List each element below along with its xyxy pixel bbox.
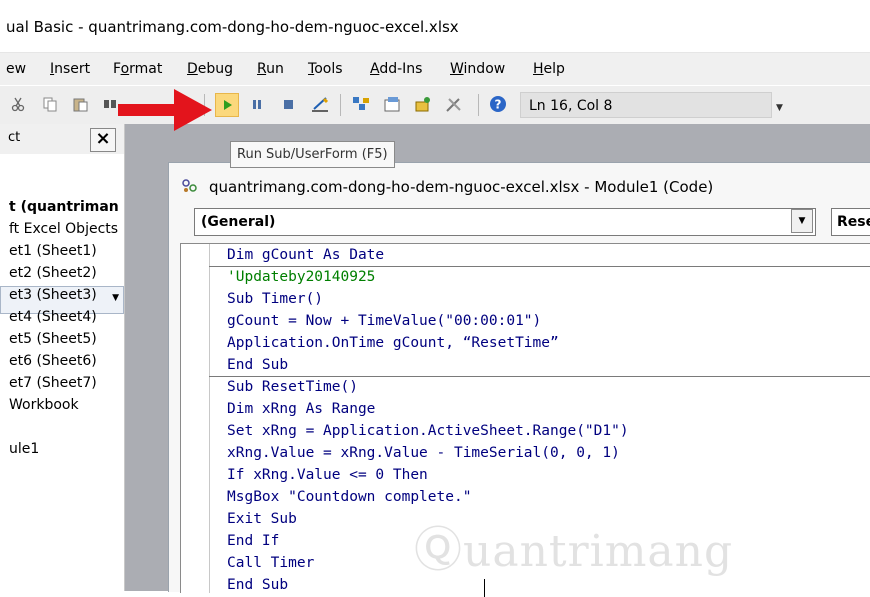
tree-item-sheet1[interactable]: et1 (Sheet1) bbox=[9, 243, 97, 259]
watermark-logo: Ⓠuantrimang bbox=[414, 522, 734, 578]
project-explorer: ct × ▼ t (quantriman ft Excel Objects et… bbox=[0, 124, 125, 591]
object-combo-value: (General) bbox=[201, 214, 276, 230]
code-line[interactable]: Dim xRng As Range bbox=[227, 401, 375, 417]
tree-item-workbook[interactable]: Workbook bbox=[9, 397, 79, 413]
cursor-position: Ln 16, Col 8 bbox=[520, 92, 772, 118]
copy-icon[interactable] bbox=[40, 94, 60, 114]
svg-text:?: ? bbox=[495, 98, 502, 112]
chevron-down-icon: ▼ bbox=[112, 293, 119, 303]
menu-tools[interactable]: Tools bbox=[308, 61, 343, 77]
tree-item-sheet4[interactable]: et4 (Sheet4) bbox=[9, 309, 97, 325]
tree-item-sheet3[interactable]: et3 (Sheet3) bbox=[9, 287, 97, 303]
menu-view[interactable]: ew bbox=[6, 61, 26, 77]
procedure-combo-value: Rese bbox=[837, 214, 870, 230]
code-line[interactable]: MsgBox "Countdown complete." bbox=[227, 489, 471, 505]
find-icon[interactable] bbox=[100, 94, 120, 114]
tree-item-sheet2[interactable]: et2 (Sheet2) bbox=[9, 265, 97, 281]
menu-debug[interactable]: Debug bbox=[187, 61, 233, 77]
design-mode-icon[interactable] bbox=[310, 94, 330, 114]
code-line[interactable]: 'Updateby20140925 bbox=[227, 269, 375, 285]
procedure-separator bbox=[209, 266, 870, 267]
break-icon[interactable] bbox=[247, 94, 267, 114]
menu-insert[interactable]: Insert bbox=[50, 61, 90, 77]
paste-icon[interactable] bbox=[70, 94, 90, 114]
tree-item-sheet5[interactable]: et5 (Sheet5) bbox=[9, 331, 97, 347]
object-combo[interactable]: (General) bbox=[194, 208, 816, 236]
reset-icon[interactable] bbox=[278, 94, 298, 114]
code-line[interactable]: Call Timer bbox=[227, 555, 314, 571]
tree-item-module1[interactable]: ule1 bbox=[9, 441, 39, 457]
project-header: ct × bbox=[0, 124, 124, 154]
arrow-annotation-icon bbox=[118, 89, 212, 131]
run-tooltip: Run Sub/UserForm (F5) bbox=[230, 141, 395, 168]
code-line[interactable]: Exit Sub bbox=[227, 511, 297, 527]
code-line[interactable]: Sub Timer() bbox=[227, 291, 323, 307]
code-line[interactable]: xRng.Value = xRng.Value - TimeSerial(0, … bbox=[227, 445, 620, 461]
code-line[interactable]: End If bbox=[227, 533, 279, 549]
procedure-combo[interactable]: Rese bbox=[831, 208, 870, 236]
cut-icon[interactable] bbox=[8, 94, 28, 114]
tree-item-project[interactable]: t (quantriman bbox=[9, 199, 119, 215]
toolbar-separator bbox=[478, 94, 479, 116]
menu-add-ins[interactable]: Add-Ins bbox=[370, 61, 422, 77]
code-line[interactable]: Sub ResetTime() bbox=[227, 379, 358, 395]
project-explorer-icon[interactable] bbox=[351, 94, 371, 114]
code-line[interactable]: Dim gCount As Date bbox=[227, 247, 384, 263]
menu-bar: ew Insert Format Debug Run Tools Add-Ins… bbox=[0, 53, 870, 85]
code-line[interactable]: End Sub bbox=[227, 357, 288, 373]
toolbar-separator bbox=[340, 94, 341, 116]
menu-window[interactable]: Window bbox=[450, 61, 505, 77]
object-combo-dropdown-icon[interactable]: ▼ bbox=[791, 209, 813, 233]
toolbox-icon[interactable] bbox=[444, 94, 464, 114]
title-bar: ual Basic - quantrimang.com-dong-ho-dem-… bbox=[0, 0, 870, 53]
menu-format[interactable]: Format bbox=[113, 61, 162, 77]
object-browser-icon[interactable] bbox=[413, 94, 433, 114]
tree-item-sheet6[interactable]: et6 (Sheet6) bbox=[9, 353, 97, 369]
code-window-icon bbox=[181, 178, 199, 198]
menu-help[interactable]: Help bbox=[533, 61, 565, 77]
tree-item-excel-objects[interactable]: ft Excel Objects bbox=[9, 221, 118, 237]
close-icon[interactable]: × bbox=[90, 128, 116, 152]
run-sub-icon[interactable] bbox=[215, 93, 239, 117]
window-title: ual Basic - quantrimang.com-dong-ho-dem-… bbox=[6, 18, 459, 36]
code-line[interactable]: Application.OnTime gCount, “ResetTime” bbox=[227, 335, 559, 351]
code-line[interactable]: Set xRng = Application.ActiveSheet.Range… bbox=[227, 423, 629, 439]
menu-run[interactable]: Run bbox=[257, 61, 284, 77]
text-cursor bbox=[484, 579, 485, 597]
help-icon[interactable]: ? bbox=[488, 94, 508, 114]
project-header-title: ct bbox=[8, 130, 21, 145]
properties-icon[interactable] bbox=[382, 94, 402, 114]
procedure-separator bbox=[209, 376, 870, 377]
tree-item-sheet7[interactable]: et7 (Sheet7) bbox=[9, 375, 97, 391]
toolbar-options-icon[interactable]: ▼ bbox=[776, 103, 783, 113]
code-margin[interactable] bbox=[181, 244, 210, 593]
code-line[interactable]: If xRng.Value <= 0 Then bbox=[227, 467, 428, 483]
code-line[interactable]: gCount = Now + TimeValue("00:00:01") bbox=[227, 313, 541, 329]
code-window-title: quantrimang.com-dong-ho-dem-nguoc-excel.… bbox=[209, 178, 714, 196]
